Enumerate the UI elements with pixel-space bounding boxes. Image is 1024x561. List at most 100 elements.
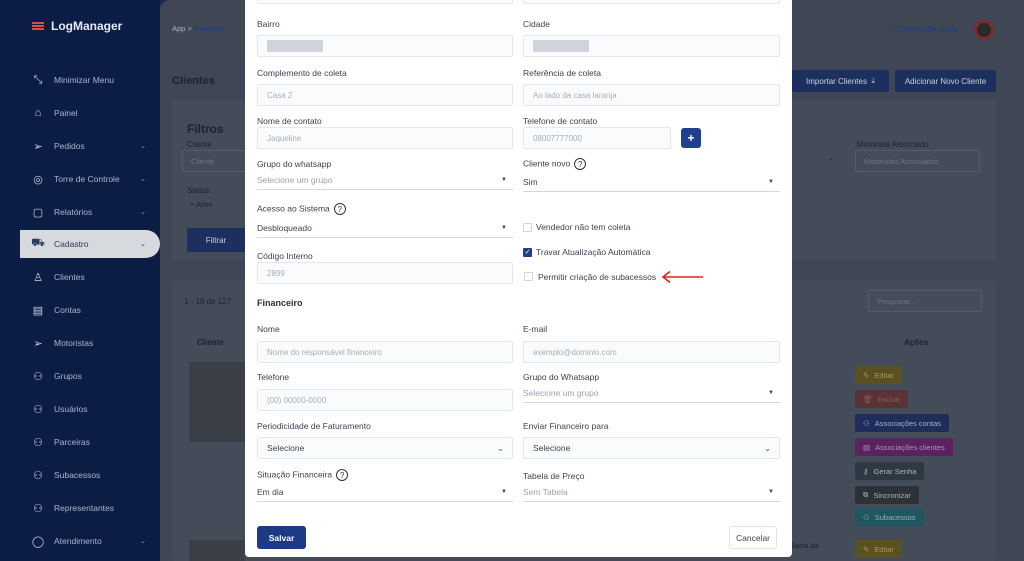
- fin-grupo-value: Selecione um grupo: [523, 387, 599, 398]
- users-icon: ⚇: [33, 370, 43, 383]
- sidebar-item-representantes[interactable]: ⚇ Representantes: [0, 494, 160, 522]
- complemento-label: Complemento de coleta: [257, 68, 347, 78]
- sidebar-item-clientes[interactable]: ♙ Clientes: [0, 263, 160, 291]
- sidebar-item-subacessos[interactable]: ⚇ Subacessos: [0, 461, 160, 489]
- acesso-select[interactable]: Desbloqueado ▼: [257, 218, 513, 238]
- codigo-interno-input[interactable]: 2899: [257, 262, 513, 284]
- pagination-info: 1 - 10 de 127: [184, 297, 232, 306]
- chevron-down-icon: ⌄: [140, 538, 146, 545]
- grupo-whatsapp-value: Selecione um grupo: [257, 174, 333, 185]
- edit-icon: ✎: [863, 544, 870, 554]
- status-chip[interactable]: × Ativo: [190, 200, 213, 209]
- complemento-input[interactable]: Casa 2: [257, 84, 513, 106]
- edit-button[interactable]: ✎ Editar: [855, 540, 902, 558]
- save-button[interactable]: Salvar: [257, 526, 306, 549]
- client-image: [189, 540, 245, 561]
- help-icon[interactable]: ?: [336, 469, 349, 481]
- sidebar-item-contas[interactable]: ▤ Contas: [0, 296, 160, 324]
- user-icon: ♙: [33, 271, 43, 284]
- chevron-down-icon: ⌄: [140, 143, 146, 150]
- checkbox-box[interactable]: [523, 222, 532, 232]
- fin-email-label: E-mail: [523, 324, 548, 334]
- subacessos-checkbox[interactable]: Permitir criação de subacessos: [518, 263, 665, 290]
- enviar-select[interactable]: Selecione ⌄: [523, 437, 780, 459]
- sidebar-item-parceiras[interactable]: ⚇ Parceiras: [0, 428, 160, 456]
- action-label: Subacessos: [874, 512, 916, 522]
- brand[interactable]: LogManager: [32, 19, 122, 33]
- telefone-contato-input[interactable]: 08007777000: [523, 127, 671, 149]
- fin-nome-input[interactable]: Nome do responsável financeiro: [257, 341, 513, 363]
- add-client-button[interactable]: Adicionar Novo Cliente: [895, 70, 996, 92]
- codigo-interno-label: Código Interno: [257, 251, 313, 261]
- help-icon[interactable]: ?: [333, 203, 346, 215]
- sidebar-item-torre-de-controle[interactable]: ◎ Torre de Controle ⌄: [0, 165, 160, 193]
- users-icon: ⚇: [33, 403, 43, 416]
- table-search-input[interactable]: Pesquisar...: [868, 290, 982, 312]
- fin-telefone-label: Telefone: [257, 372, 290, 382]
- associa-es-contas-button[interactable]: ⚇ Associações contas: [855, 414, 950, 432]
- breadcrumb-app[interactable]: App: [172, 24, 185, 33]
- cliente-novo-select[interactable]: Sim ▼: [523, 172, 780, 192]
- subacessos-button[interactable]: ⚇ Subacessos: [855, 508, 924, 526]
- annotation-arrow-icon: [661, 270, 703, 284]
- address-field[interactable]: [257, 0, 513, 4]
- filter-client-label: Cliente: [187, 140, 212, 149]
- sidebar-item-pedidos[interactable]: ➢ Pedidos ⌄: [0, 132, 160, 160]
- tabela-value: Sem Tabela: [523, 486, 568, 497]
- cancel-button[interactable]: Cancelar: [729, 526, 777, 549]
- fin-grupo-select[interactable]: Selecione um grupo ▼: [523, 383, 780, 403]
- sidebar-item-minimizar-menu[interactable]: ⤡ Minimizar Menu: [0, 66, 160, 94]
- add-phone-button[interactable]: +: [681, 128, 701, 148]
- sidebar-item-label: Painel: [54, 108, 78, 118]
- help-icon[interactable]: ?: [574, 158, 587, 170]
- sidebar-item-usu-rios[interactable]: ⚇ Usuários: [0, 395, 160, 423]
- sidebar-item-cadastro[interactable]: ⛟ Cadastro ⌄: [20, 230, 160, 258]
- situacao-label-row: Situação Financeira?: [257, 469, 349, 481]
- avatar[interactable]: [974, 20, 994, 40]
- sidebar-item-label: Pedidos: [54, 141, 85, 151]
- filter-client-input[interactable]: Cliente: [182, 150, 248, 172]
- periodicidade-select[interactable]: Selecione ⌄: [257, 437, 513, 459]
- number-field[interactable]: [523, 0, 780, 4]
- sidebar-item-grupos[interactable]: ⚇ Grupos: [0, 362, 160, 390]
- sidebar-item-relat-rios[interactable]: ▢ Relatórios ⌄: [0, 198, 160, 226]
- filter-driver-input[interactable]: Motoristas Associados: [855, 150, 980, 172]
- send-icon: ➢: [33, 140, 43, 153]
- excluir-button[interactable]: 🗑 Excluir: [855, 390, 909, 408]
- sidebar-item-motoristas[interactable]: ➢ Motoristas: [0, 329, 160, 357]
- sidebar-item-painel[interactable]: ⌂ Painel: [0, 99, 160, 127]
- grupo-whatsapp-select[interactable]: Selecione um grupo ▼: [257, 170, 513, 190]
- caret-down-icon: ▼: [768, 488, 774, 495]
- situacao-select[interactable]: Em dia ▼: [257, 482, 513, 502]
- import-clients-button[interactable]: Importar Clientes ⤓: [792, 70, 889, 92]
- bairro-input[interactable]: [257, 35, 513, 57]
- vendedor-checkbox[interactable]: Vendedor não tem coleta: [523, 222, 631, 232]
- checkbox-box[interactable]: [524, 272, 533, 281]
- gerar-senha-button[interactable]: ⚷ Gerar Senha: [855, 462, 925, 480]
- breadcrumb: App > Cadastro: [172, 24, 224, 33]
- cidade-input[interactable]: [523, 35, 780, 57]
- checkbox-box[interactable]: ✓: [523, 247, 532, 257]
- editar-button[interactable]: ✎ Editar: [855, 366, 902, 384]
- help-icon: ⓘ: [889, 25, 900, 34]
- breadcrumb-current[interactable]: Cadastro: [194, 24, 224, 33]
- filter-button[interactable]: Filtrar: [187, 228, 245, 252]
- column-header-actions: Ações: [904, 338, 929, 347]
- filter-status-label: Status: [187, 186, 210, 195]
- tabela-select[interactable]: Sem Tabela ▼: [523, 482, 780, 502]
- card-icon: ▤: [32, 304, 44, 317]
- sidebar-item-atendimento[interactable]: ◯ Atendimento ⌄: [0, 527, 160, 555]
- users-icon: ⚇: [33, 436, 43, 449]
- fin-telefone-input[interactable]: (00) 00000-0000: [257, 389, 513, 411]
- chevron-down-icon: ⌄: [764, 443, 771, 453]
- help-link[interactable]: ⓘ Central de ajuda: [889, 24, 958, 35]
- associa-es-clientes-button[interactable]: ▤ Associações clientes: [855, 438, 953, 456]
- clipboard-icon: ▢: [32, 206, 44, 219]
- sincronizar-button[interactable]: ⧉ Sincronizar: [855, 486, 919, 504]
- sidebar-item-label: Contas: [54, 305, 81, 315]
- travar-checkbox[interactable]: ✓ Travar Atualização Automática: [523, 247, 651, 257]
- nome-contato-input[interactable]: Jaqueline: [257, 127, 513, 149]
- fin-email-input[interactable]: exemplo@dominio.com: [523, 341, 780, 363]
- edit-icon: ✎: [863, 370, 870, 380]
- referencia-input[interactable]: Ao lado da casa laranja: [523, 84, 780, 106]
